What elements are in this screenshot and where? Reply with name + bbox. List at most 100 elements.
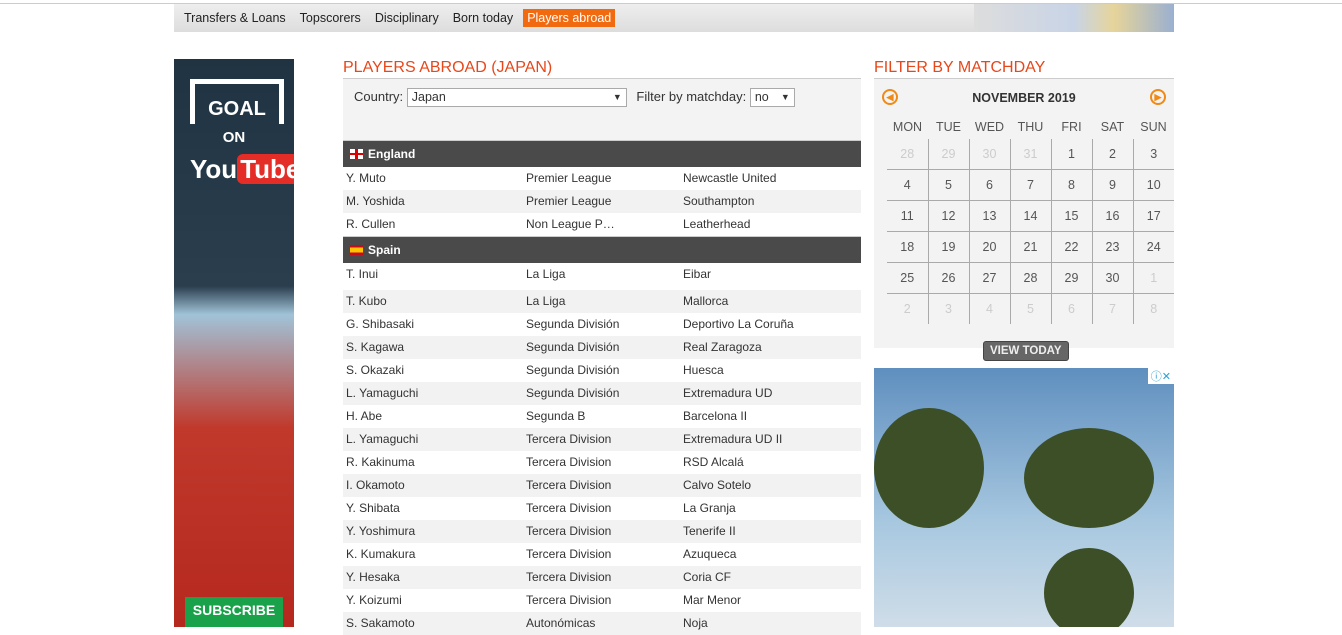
calendar-day[interactable]: 3 bbox=[1133, 139, 1174, 170]
calendar-day[interactable]: 25 bbox=[887, 262, 929, 294]
table-row[interactable]: I. Okamoto Tercera Division Calvo Sotelo bbox=[343, 474, 861, 497]
table-row[interactable]: L. Yamaguchi Segunda División Extremadura … bbox=[343, 382, 861, 405]
calendar-day[interactable]: 7 bbox=[1010, 169, 1052, 201]
calendar-day[interactable]: 7 bbox=[1092, 293, 1134, 324]
calendar-day[interactable]: 28 bbox=[887, 139, 929, 170]
table-row[interactable]: H. Abe Segunda B Barcelona II bbox=[343, 405, 861, 428]
player-name[interactable]: Y. Muto bbox=[343, 167, 526, 190]
calendar-day[interactable]: 5 bbox=[1010, 293, 1052, 324]
club[interactable]: Calvo Sotelo bbox=[683, 474, 861, 497]
table-row[interactable]: S. Okazaki Segunda División Huesca bbox=[343, 359, 861, 382]
calendar-day[interactable]: 27 bbox=[969, 262, 1011, 294]
calendar-day[interactable]: 16 bbox=[1092, 200, 1134, 232]
calendar-day[interactable]: 1 bbox=[1051, 139, 1093, 170]
calendar-day[interactable]: 21 bbox=[1010, 231, 1052, 263]
calendar-day[interactable]: 29 bbox=[1051, 262, 1093, 294]
advertisement-image[interactable]: ⓘ✕ bbox=[874, 368, 1174, 627]
country-select[interactable]: Japan ▼ bbox=[406, 88, 627, 107]
club[interactable]: Coria CF bbox=[683, 566, 861, 589]
club[interactable]: Tenerife II bbox=[683, 520, 861, 543]
player-name[interactable]: Y. Koizumi bbox=[343, 589, 526, 612]
calendar-day[interactable]: 8 bbox=[1051, 169, 1093, 201]
table-row[interactable]: T. Kubo La Liga Mallorca bbox=[343, 290, 861, 313]
club[interactable]: Noja bbox=[683, 612, 861, 635]
calendar-day[interactable]: 15 bbox=[1051, 200, 1093, 232]
calendar-day[interactable]: 2 bbox=[887, 293, 929, 324]
player-name[interactable]: Y. Yoshimura bbox=[343, 520, 526, 543]
next-month-icon[interactable]: ▶ bbox=[1150, 89, 1166, 105]
calendar-day[interactable]: 6 bbox=[969, 169, 1011, 201]
calendar-day[interactable]: 3 bbox=[928, 293, 970, 324]
table-row[interactable]: S. Sakamoto Autonómicas Noja bbox=[343, 612, 861, 635]
table-row[interactable]: Y. Shibata Tercera Division La Granja bbox=[343, 497, 861, 520]
calendar-day[interactable]: 13 bbox=[969, 200, 1011, 232]
calendar-day[interactable]: 30 bbox=[969, 139, 1011, 170]
youtube-ad[interactable]: GOAL ON YouTube SUBSCRIBE NOW bbox=[174, 59, 294, 627]
club[interactable]: Leatherhead bbox=[683, 213, 861, 236]
table-row[interactable]: Y. Hesaka Tercera Division Coria CF bbox=[343, 566, 861, 589]
table-row[interactable]: K. Kumakura Tercera Division Azuqueca bbox=[343, 543, 861, 566]
player-name[interactable]: T. Inui bbox=[343, 263, 526, 290]
player-name[interactable]: K. Kumakura bbox=[343, 543, 526, 566]
club[interactable]: Extremadura UD bbox=[683, 382, 861, 405]
calendar-day[interactable]: 18 bbox=[887, 231, 929, 263]
ad-info-close-icon[interactable]: ⓘ✕ bbox=[1147, 368, 1174, 384]
club[interactable]: La Granja bbox=[683, 497, 861, 520]
calendar-day[interactable]: 29 bbox=[928, 139, 970, 170]
calendar-day[interactable]: 4 bbox=[887, 169, 929, 201]
club[interactable]: Barcelona II bbox=[683, 405, 861, 428]
player-name[interactable]: R. Cullen bbox=[343, 213, 526, 236]
view-today-button[interactable]: VIEW TODAY bbox=[983, 341, 1069, 361]
calendar-day[interactable]: 12 bbox=[928, 200, 970, 232]
nav-transfers[interactable]: Transfers & Loans bbox=[180, 9, 290, 27]
player-name[interactable]: H. Abe bbox=[343, 405, 526, 428]
calendar-day[interactable]: 30 bbox=[1092, 262, 1134, 294]
player-name[interactable]: I. Okamoto bbox=[343, 474, 526, 497]
club[interactable]: RSD Alcalá bbox=[683, 451, 861, 474]
nav-born-today[interactable]: Born today bbox=[449, 9, 517, 27]
player-name[interactable]: S. Kagawa bbox=[343, 336, 526, 359]
table-row[interactable]: Y. Yoshimura Tercera Division Tenerife II bbox=[343, 520, 861, 543]
nav-players-abroad[interactable]: Players abroad bbox=[523, 9, 616, 27]
player-name[interactable]: Y. Hesaka bbox=[343, 566, 526, 589]
calendar-day[interactable]: 19 bbox=[928, 231, 970, 263]
player-name[interactable]: S. Okazaki bbox=[343, 359, 526, 382]
player-name[interactable]: L. Yamaguchi bbox=[343, 382, 526, 405]
nav-disciplinary[interactable]: Disciplinary bbox=[371, 9, 443, 27]
calendar-day[interactable]: 9 bbox=[1092, 169, 1134, 201]
calendar-day[interactable]: 22 bbox=[1051, 231, 1093, 263]
player-name[interactable]: G. Shibasaki bbox=[343, 313, 526, 336]
club[interactable]: Azuqueca bbox=[683, 543, 861, 566]
table-row[interactable]: T. Inui La Liga Eibar bbox=[343, 263, 861, 290]
subscribe-button[interactable]: SUBSCRIBE NOW bbox=[185, 597, 283, 627]
club[interactable]: Eibar bbox=[683, 263, 861, 290]
table-row[interactable]: Y. Muto Premier League Newcastle United bbox=[343, 167, 861, 190]
player-name[interactable]: S. Sakamoto bbox=[343, 612, 526, 635]
calendar-day[interactable]: 26 bbox=[928, 262, 970, 294]
calendar-day[interactable]: 31 bbox=[1010, 139, 1052, 170]
calendar-day[interactable]: 11 bbox=[887, 200, 929, 232]
calendar-day[interactable]: 14 bbox=[1010, 200, 1052, 232]
calendar-day[interactable]: 24 bbox=[1133, 231, 1174, 263]
club[interactable]: Southampton bbox=[683, 190, 861, 213]
club[interactable]: Newcastle United bbox=[683, 167, 861, 190]
table-row[interactable]: G. Shibasaki Segunda División Deportivo La… bbox=[343, 313, 861, 336]
table-row[interactable]: S. Kagawa Segunda División Real Zaragoza bbox=[343, 336, 861, 359]
calendar-day[interactable]: 10 bbox=[1133, 169, 1174, 201]
club[interactable]: Mar Menor bbox=[683, 589, 861, 612]
calendar-day[interactable]: 6 bbox=[1051, 293, 1093, 324]
calendar-day[interactable]: 17 bbox=[1133, 200, 1174, 232]
player-name[interactable]: L. Yamaguchi bbox=[343, 428, 526, 451]
calendar-day[interactable]: 1 bbox=[1133, 262, 1174, 294]
calendar-day[interactable]: 28 bbox=[1010, 262, 1052, 294]
table-row[interactable]: M. Yoshida Premier League Southampton bbox=[343, 190, 861, 213]
table-row[interactable]: L. Yamaguchi Tercera Division Extremadura … bbox=[343, 428, 861, 451]
calendar-day[interactable]: 4 bbox=[969, 293, 1011, 324]
club[interactable]: Extremadura UD II bbox=[683, 428, 861, 451]
prev-month-icon[interactable]: ◀ bbox=[882, 89, 898, 105]
table-row[interactable]: R. Kakinuma Tercera Division RSD Alcalá bbox=[343, 451, 861, 474]
player-name[interactable]: T. Kubo bbox=[343, 290, 526, 313]
matchday-select[interactable]: no ▼ bbox=[749, 88, 795, 107]
club[interactable]: Deportivo La Coruña bbox=[683, 313, 861, 336]
club[interactable]: Real Zaragoza bbox=[683, 336, 861, 359]
